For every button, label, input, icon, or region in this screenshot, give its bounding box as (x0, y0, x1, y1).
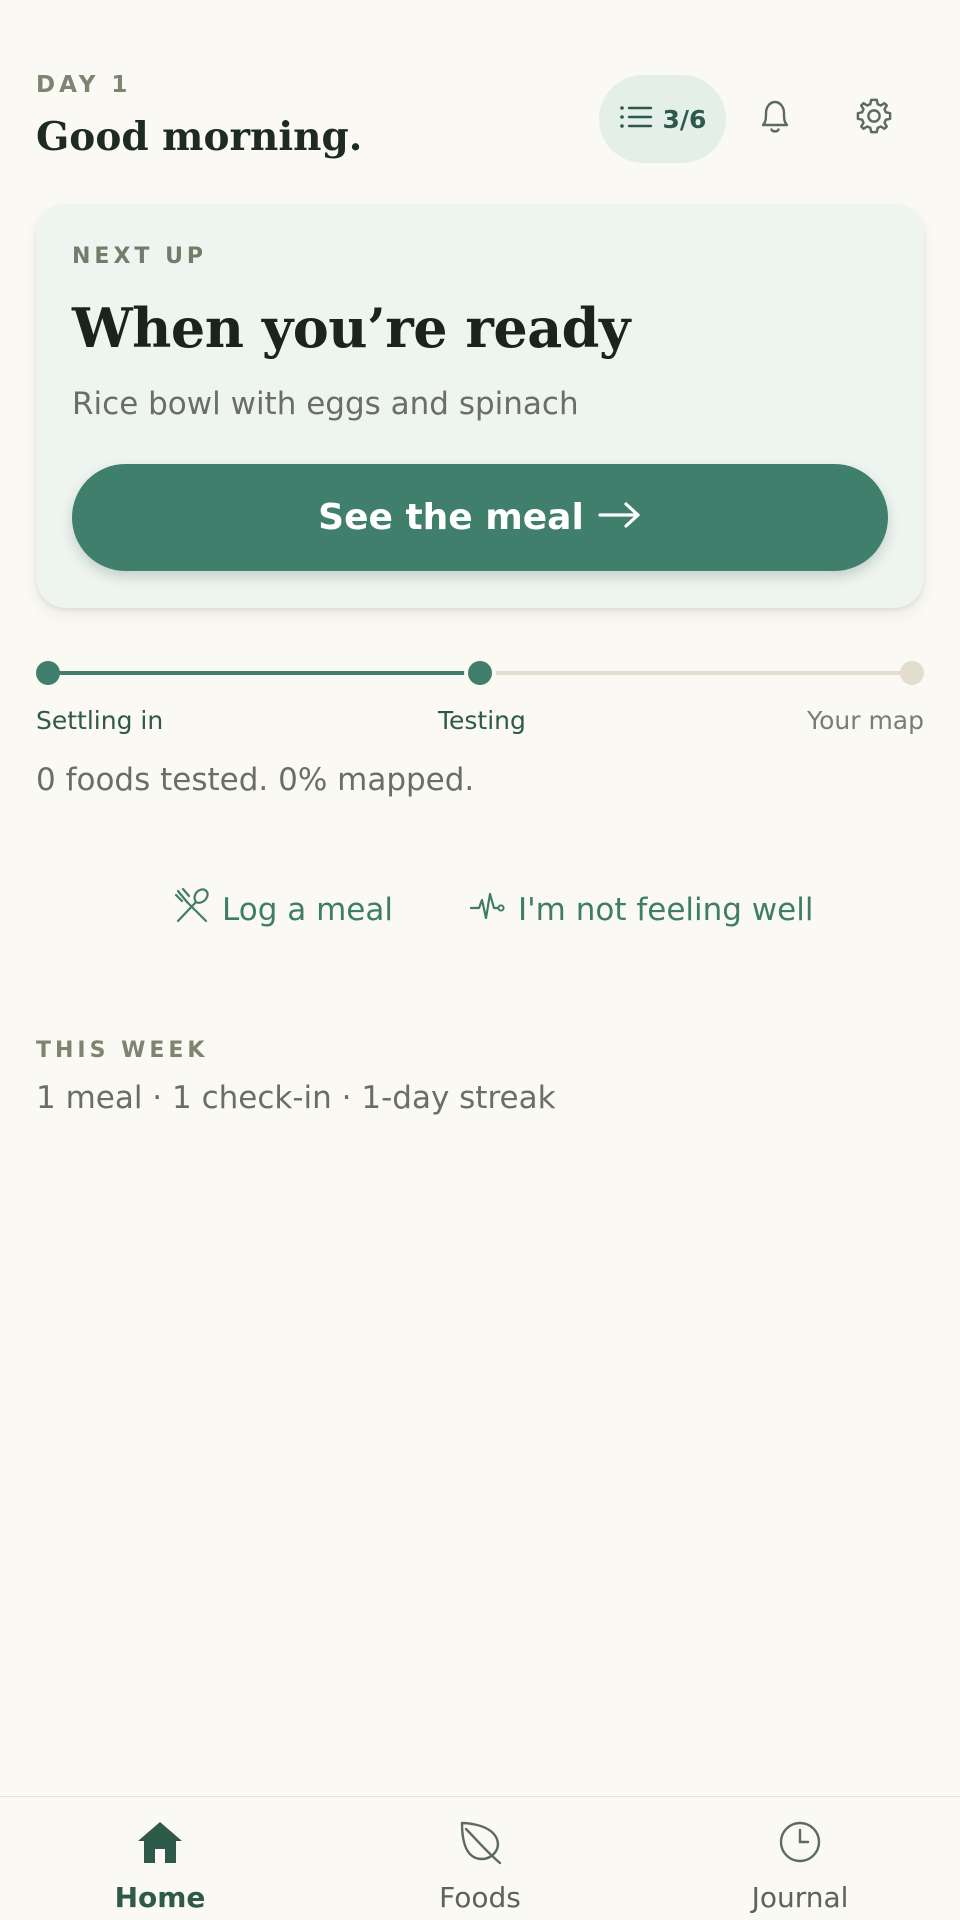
greeting-title: Good morning. (36, 114, 363, 160)
home-icon (136, 1819, 184, 1869)
mapping-stats: 0 foods tested. 0% mapped. (36, 762, 475, 798)
pulse-icon (469, 890, 506, 930)
checklist-progress-button[interactable]: 3/6 (599, 75, 726, 163)
nav-label-home: Home (114, 1881, 206, 1914)
nav-item-home[interactable]: Home (60, 1819, 260, 1914)
log-meal-button[interactable]: Log a meal (174, 887, 393, 933)
stage-dot-settling-in (36, 661, 60, 685)
gear-icon (853, 95, 895, 141)
next-up-card: NEXT UP When you’re ready Rice bowl with… (36, 204, 924, 608)
not-feeling-well-label: I'm not feeling well (518, 892, 814, 928)
nav-label-journal: Journal (751, 1881, 849, 1914)
stage-dot-your-map (900, 661, 924, 685)
next-up-title: When you’re ready (72, 296, 630, 360)
day-label: DAY 1 (36, 72, 132, 98)
utensils-icon (174, 887, 210, 933)
notifications-button[interactable] (749, 92, 801, 144)
bottom-nav: Home Foods Journal (0, 1796, 960, 1920)
this-week-summary: 1 meal · 1 check-in · 1-day streak (36, 1080, 556, 1116)
journey-progress-line (48, 671, 480, 675)
settings-button[interactable] (848, 92, 900, 144)
stage-label-testing: Testing (438, 706, 526, 735)
nav-item-foods[interactable]: Foods (380, 1819, 580, 1914)
stage-label-your-map: Your map (807, 706, 924, 735)
this-week-label: THIS WEEK (36, 1038, 209, 1063)
stage-dot-testing (468, 661, 492, 685)
next-up-label: NEXT UP (72, 244, 208, 269)
stage-label-settling-in: Settling in (36, 706, 164, 735)
nav-label-foods: Foods (439, 1881, 521, 1914)
checklist-count: 3/6 (662, 104, 707, 134)
see-meal-label: See the meal (318, 497, 584, 538)
journey-remaining-line (480, 671, 912, 675)
next-up-meal-description: Rice bowl with eggs and spinach (72, 386, 579, 422)
arrow-right-icon (598, 497, 642, 538)
not-feeling-well-button[interactable]: I'm not feeling well (469, 888, 814, 932)
clock-icon (776, 1819, 824, 1869)
app-screen: DAY 1 Good morning. 3/6 NEXT UP When you… (0, 0, 960, 1920)
nav-item-journal[interactable]: Journal (700, 1819, 900, 1914)
log-meal-label: Log a meal (222, 892, 393, 928)
bell-icon (757, 96, 793, 140)
list-icon (619, 103, 653, 135)
leaf-icon (456, 1819, 504, 1869)
see-meal-button[interactable]: See the meal (72, 464, 888, 571)
